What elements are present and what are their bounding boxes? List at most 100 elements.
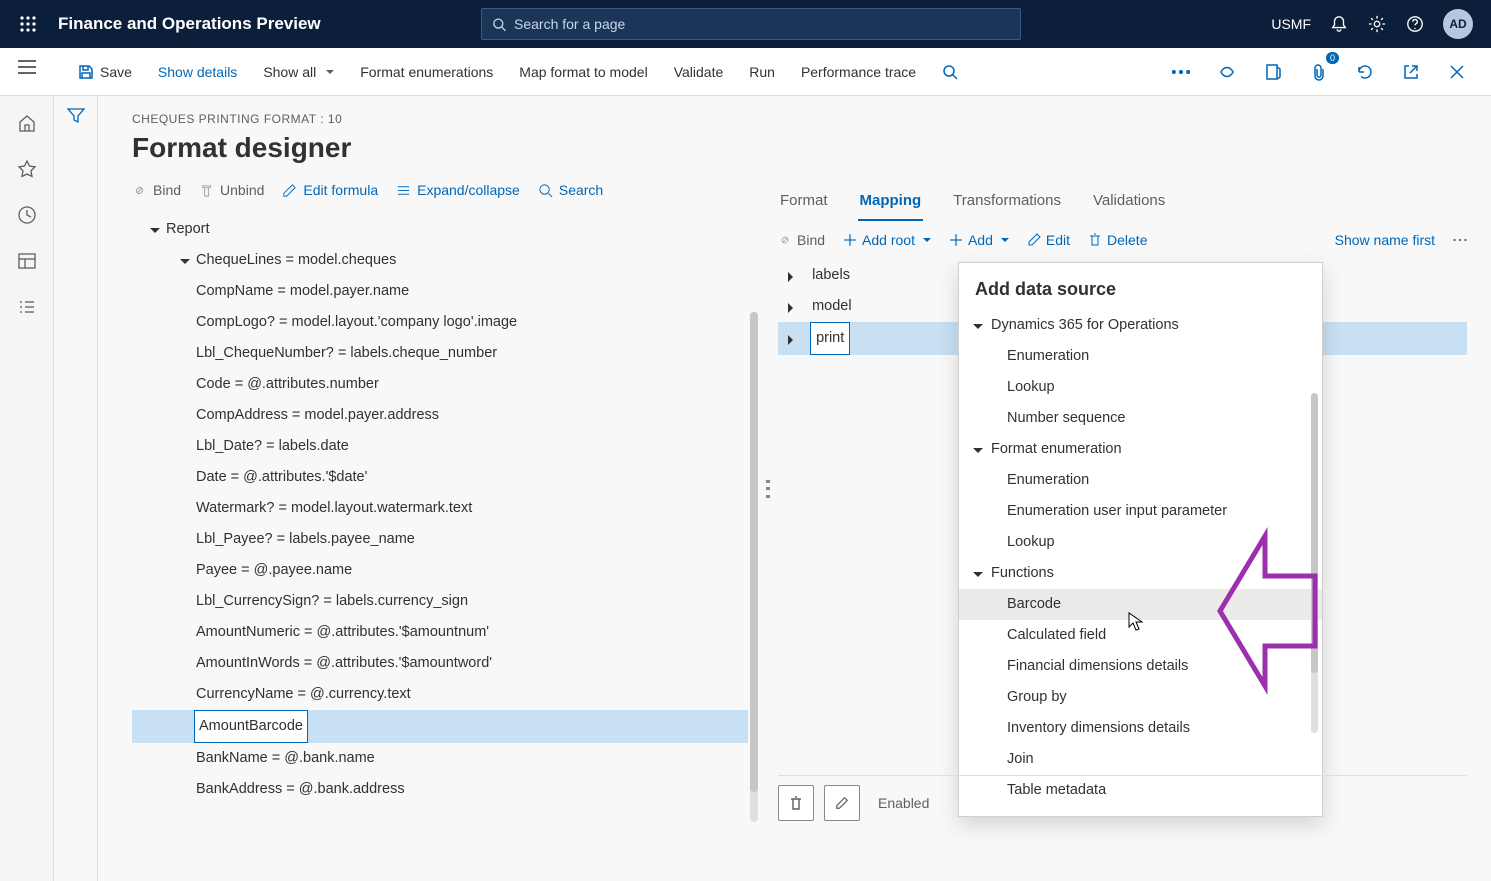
tree-node[interactable]: BankAddress = @.bank.address [132, 774, 748, 805]
expand-collapse-button[interactable]: Expand/collapse [396, 182, 520, 198]
caret-icon[interactable] [788, 335, 798, 345]
scrollbar[interactable] [750, 312, 758, 822]
caret-icon[interactable] [150, 228, 160, 238]
caret-icon[interactable] [973, 572, 983, 582]
bell-icon[interactable] [1329, 14, 1349, 34]
tree-node-report[interactable]: Report [132, 214, 748, 245]
tab-validations[interactable]: Validations [1091, 184, 1167, 221]
tab-transformations[interactable]: Transformations [951, 184, 1063, 221]
scrollbar-thumb[interactable] [750, 312, 758, 792]
popup-item-join[interactable]: Join [959, 744, 1322, 775]
validate-button[interactable]: Validate [664, 58, 734, 86]
recent-icon[interactable] [16, 204, 38, 226]
caret-icon[interactable] [180, 259, 190, 269]
bind-button[interactable]: Bind [132, 182, 181, 198]
popup-scrollbar[interactable] [1311, 393, 1318, 733]
popup-item-inventory-dimensions[interactable]: Inventory dimensions details [959, 713, 1322, 744]
tree-node[interactable]: BankName = @.bank.name [132, 743, 748, 774]
save-button[interactable]: Save [68, 58, 142, 86]
unbind-button[interactable]: Unbind [199, 182, 264, 198]
attachments-icon[interactable]: 0 [1303, 56, 1335, 88]
company-picker[interactable]: USMF [1271, 16, 1311, 32]
help-icon[interactable] [1405, 14, 1425, 34]
close-icon[interactable] [1441, 56, 1473, 88]
tree-node-selected[interactable]: AmountBarcode [132, 710, 748, 743]
modules-icon[interactable] [16, 296, 38, 318]
gear-icon[interactable] [1367, 14, 1387, 34]
tree-node[interactable]: AmountNumeric = @.attributes.'$amountnum… [132, 617, 748, 648]
find-button[interactable] [932, 58, 968, 86]
tree-node[interactable]: Code = @.attributes.number [132, 369, 748, 400]
global-search-input[interactable] [514, 16, 1010, 32]
save-label: Save [100, 64, 132, 80]
map-format-button[interactable]: Map format to model [509, 58, 657, 86]
hamburger-icon[interactable] [18, 60, 36, 77]
show-details-button[interactable]: Show details [148, 58, 247, 86]
popup-item-number-sequence[interactable]: Number sequence [959, 403, 1322, 434]
splitter-handle[interactable] [758, 96, 778, 881]
home-icon[interactable] [16, 112, 38, 134]
tree-node[interactable]: Lbl_CurrencySign? = labels.currency_sign [132, 586, 748, 617]
add-dropdown[interactable]: Add [949, 232, 1009, 248]
caret-icon[interactable] [788, 303, 798, 313]
tree-node[interactable]: CompLogo? = model.layout.'company logo'.… [132, 307, 748, 338]
show-all-dropdown[interactable]: Show all [253, 58, 344, 86]
caret-icon[interactable] [788, 272, 798, 282]
tree-node[interactable]: AmountInWords = @.attributes.'$amountwor… [132, 648, 748, 679]
tree-node[interactable]: Date = @.attributes.'$date' [132, 462, 748, 493]
popup-item-calculated-field[interactable]: Calculated field [959, 620, 1322, 651]
tree-node[interactable]: Lbl_Date? = labels.date [132, 431, 748, 462]
bind-button-right[interactable]: Bind [778, 232, 825, 248]
footer-edit-button[interactable] [824, 785, 860, 821]
tree-node[interactable]: Watermark? = model.layout.watermark.text [132, 493, 748, 524]
edit-formula-button[interactable]: Edit formula [282, 182, 378, 198]
favorites-icon[interactable] [16, 158, 38, 180]
more-icon[interactable] [1165, 56, 1197, 88]
popup-item-enum-user-input[interactable]: Enumeration user input parameter [959, 496, 1322, 527]
filter-pane-toggle[interactable] [54, 96, 98, 881]
caret-icon[interactable] [973, 324, 983, 334]
format-enumerations-button[interactable]: Format enumerations [350, 58, 503, 86]
popup-item-lookup-2[interactable]: Lookup [959, 527, 1322, 558]
office-icon[interactable] [1257, 56, 1289, 88]
popout-icon[interactable] [1395, 56, 1427, 88]
tree-node[interactable]: CompName = model.payer.name [132, 276, 748, 307]
popup-group-d365[interactable]: Dynamics 365 for Operations [959, 310, 1322, 341]
add-root-dropdown[interactable]: Add root [843, 232, 931, 248]
tree-node-chequelines[interactable]: ChequeLines = model.cheques [132, 245, 748, 276]
popup-item-enumeration-2[interactable]: Enumeration [959, 465, 1322, 496]
footer-delete-button[interactable] [778, 785, 814, 821]
tree-node[interactable]: Lbl_Payee? = labels.payee_name [132, 524, 748, 555]
popup-item-financial-dimensions[interactable]: Financial dimensions details [959, 651, 1322, 682]
more-icon-right[interactable] [1453, 233, 1467, 247]
user-avatar[interactable]: AD [1443, 9, 1473, 39]
run-button[interactable]: Run [739, 58, 785, 86]
refresh-icon[interactable] [1349, 56, 1381, 88]
delete-button[interactable]: Delete [1088, 232, 1147, 248]
tab-mapping[interactable]: Mapping [858, 184, 924, 221]
format-tree[interactable]: Report ChequeLines = model.cheques CompN… [132, 214, 748, 805]
popup-item-lookup[interactable]: Lookup [959, 372, 1322, 403]
add-datasource-popup: Add data source Dynamics 365 for Operati… [958, 262, 1323, 817]
popup-item-barcode[interactable]: Barcode [959, 589, 1322, 620]
performance-trace-button[interactable]: Performance trace [791, 58, 926, 86]
popup-group-format-enum[interactable]: Format enumeration [959, 434, 1322, 465]
show-name-first-button[interactable]: Show name first [1335, 232, 1435, 248]
dataverse-icon[interactable] [1211, 56, 1243, 88]
popup-group-functions[interactable]: Functions [959, 558, 1322, 589]
popup-scrollbar-thumb[interactable] [1311, 393, 1318, 673]
edit-button[interactable]: Edit [1027, 232, 1070, 248]
global-search[interactable] [481, 8, 1021, 40]
caret-icon[interactable] [973, 448, 983, 458]
tree-node[interactable]: CurrencyName = @.currency.text [132, 679, 748, 710]
app-title: Finance and Operations Preview [58, 14, 321, 34]
tree-node[interactable]: CompAddress = model.payer.address [132, 400, 748, 431]
tree-search-button[interactable]: Search [538, 182, 603, 198]
popup-item-enumeration[interactable]: Enumeration [959, 341, 1322, 372]
popup-item-group-by[interactable]: Group by [959, 682, 1322, 713]
tree-node[interactable]: Payee = @.payee.name [132, 555, 748, 586]
tab-format[interactable]: Format [778, 184, 830, 221]
tree-node[interactable]: Lbl_ChequeNumber? = labels.cheque_number [132, 338, 748, 369]
workspaces-icon[interactable] [16, 250, 38, 272]
app-launcher-icon[interactable] [8, 4, 48, 44]
